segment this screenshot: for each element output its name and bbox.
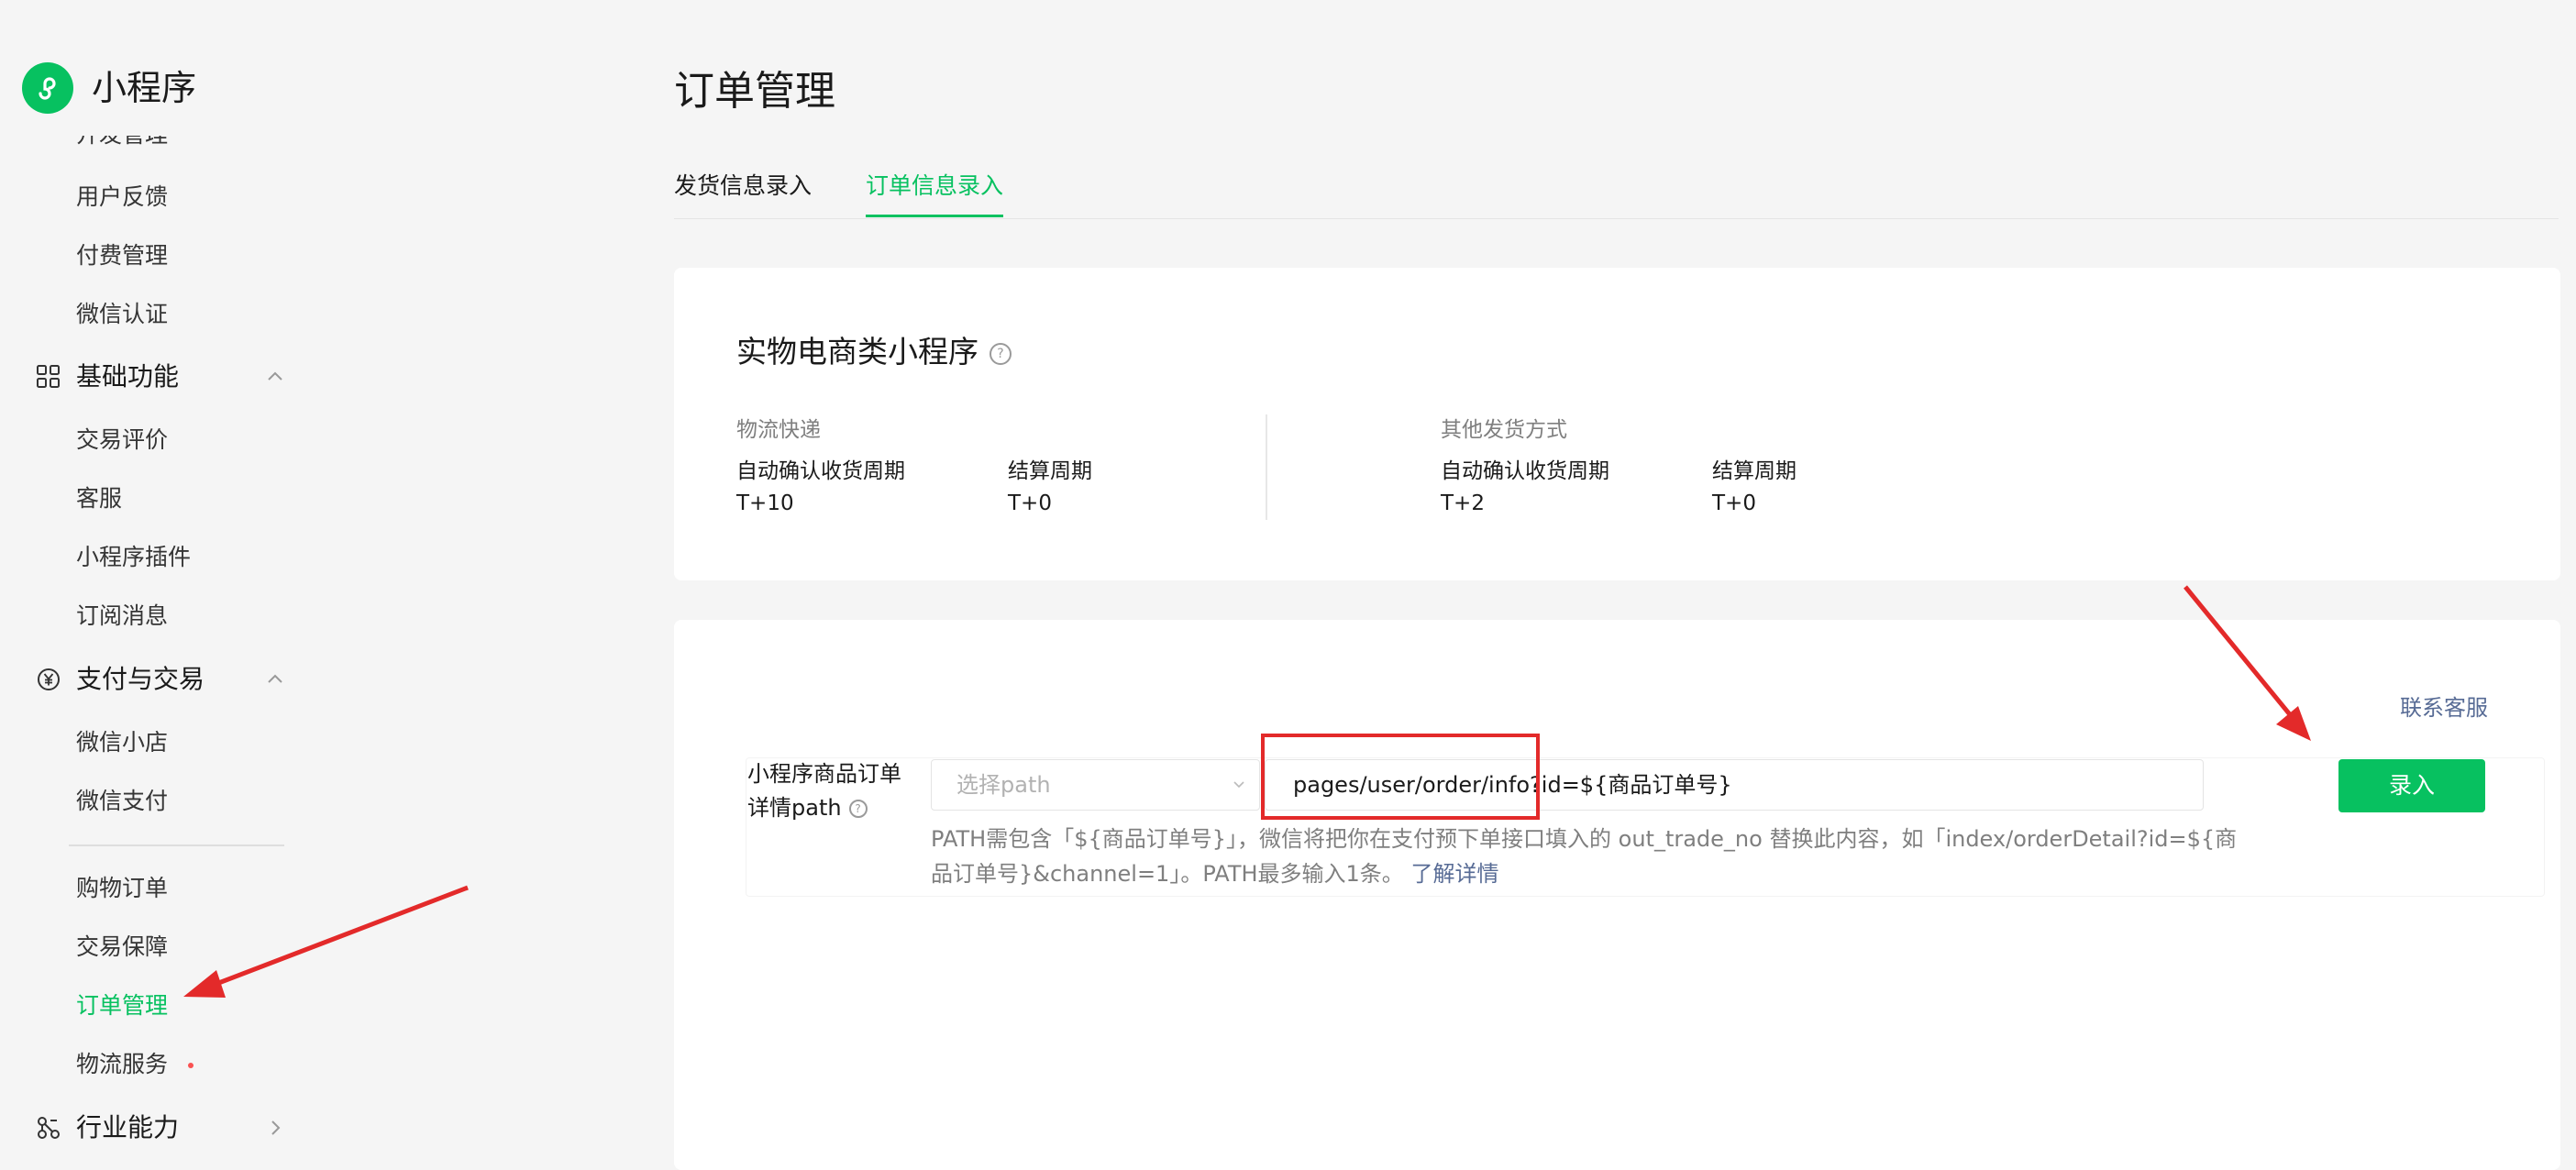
tab-order-info[interactable]: 订单信息录入 [866,171,1004,217]
card-title: 实物电商类小程序? [736,332,1012,372]
auto-confirm-label: 自动确认收货周期 [736,459,905,483]
apps-grid-icon [37,365,60,388]
sidebar: 小程序 开发管理 用户反馈 付费管理 微信认证 基础功能 交易评价 客服 小程序… [0,0,605,1164]
sidebar-group-label: 支付与交易 [76,664,205,694]
help-icon[interactable]: ? [989,342,1012,365]
settlement-info-card: 实物电商类小程序? 物流快递 自动确认收货周期 T+10 结算周期 T+0 其他… [674,268,2560,580]
select-placeholder: 选择path [956,772,1051,798]
other-shipping-heading: 其他发货方式 [1441,418,1567,442]
chevron-down-icon [1233,781,1244,789]
learn-more-link[interactable]: 了解详情 [1410,861,1498,887]
sidebar-item-subscribe-msg[interactable]: 订阅消息 [76,601,168,632]
path-field-label: 小程序商品订单 详情path? [747,757,931,825]
sidebar-item-paid-manage[interactable]: 付费管理 [76,240,168,271]
mini-program-logo-icon [22,62,73,114]
sidebar-item-trade-guarantee[interactable]: 交易保障 [76,932,168,963]
sidebar-item-wechat-verify[interactable]: 微信认证 [76,299,168,330]
auto-confirm-value: T+10 [736,491,794,515]
sidebar-item-wechat-shop[interactable]: 微信小店 [76,727,168,758]
sidebar-item-dev-manage[interactable]: 开发管理 [76,136,168,150]
label-line1: 小程序商品订单 [747,761,901,787]
sidebar-group-industry[interactable]: 行业能力 [35,1105,301,1151]
sidebar-group-label: 行业能力 [76,1112,180,1142]
sidebar-item-plugins[interactable]: 小程序插件 [76,542,191,573]
card-title-text: 实物电商类小程序 [736,334,978,370]
sidebar-group-label: 基础功能 [76,361,180,392]
tab-bar: 发货信息录入 订单信息录入 [674,165,2559,219]
new-badge-dot [188,1063,194,1068]
settlement-cycle-value: T+0 [1712,491,1756,515]
help-icon[interactable]: ? [848,800,868,818]
auto-confirm-label: 自动确认收货周期 [1441,459,1609,483]
path-helper-text: PATH需包含「${商品订单号}」，微信将把你在支付预下单接口填入的 out_t… [931,822,2251,891]
label-line2: 详情path [747,795,842,821]
sidebar-item-wechat-pay[interactable]: 微信支付 [76,786,168,817]
sidebar-item-trade-review[interactable]: 交易评价 [76,425,168,456]
order-path-card: 联系客服 小程序商品订单 详情path? 选择path pages/user/o… [674,620,2560,1170]
sidebar-item-order-manage[interactable]: 订单管理 [76,990,168,1021]
sidebar-divider [69,844,284,846]
sidebar-group-basic[interactable]: 基础功能 [35,354,301,400]
settlement-cycle-label: 结算周期 [1712,459,1797,483]
column-divider [1266,414,1267,520]
contact-support-link[interactable]: 联系客服 [2400,693,2488,723]
industry-nodes-icon [38,1117,60,1139]
helper-text: PATH需包含「${商品订单号}」，微信将把你在支付预下单接口填入的 out_t… [931,826,2238,887]
chevron-up-icon[interactable] [264,366,286,388]
settlement-cycle-value: T+0 [1008,491,1052,515]
sidebar-item-user-feedback[interactable]: 用户反馈 [76,182,168,213]
path-select[interactable]: 选择path [931,759,1260,811]
sidebar-item-shopping-orders[interactable]: 购物订单 [76,873,168,904]
tab-shipping-info[interactable]: 发货信息录入 [674,171,812,202]
settlement-cycle-label: 结算周期 [1008,459,1092,483]
app-title: 小程序 [92,68,197,108]
chevron-up-icon[interactable] [264,668,286,690]
sidebar-item-customer-service[interactable]: 客服 [76,483,122,514]
chevron-right-icon[interactable] [264,1117,286,1139]
auto-confirm-value: T+2 [1441,491,1485,515]
sidebar-item-logistics[interactable]: 物流服务 [76,1049,194,1080]
submit-button[interactable]: 录入 [2338,759,2485,812]
sidebar-item-label: 物流服务 [76,1051,169,1077]
logistics-heading: 物流快递 [736,418,821,442]
sidebar-group-pay[interactable]: 支付与交易 [35,657,301,702]
annotation-highlight-box [1261,734,1540,820]
yuan-coin-icon [38,668,60,690]
page-title: 订单管理 [674,68,835,115]
